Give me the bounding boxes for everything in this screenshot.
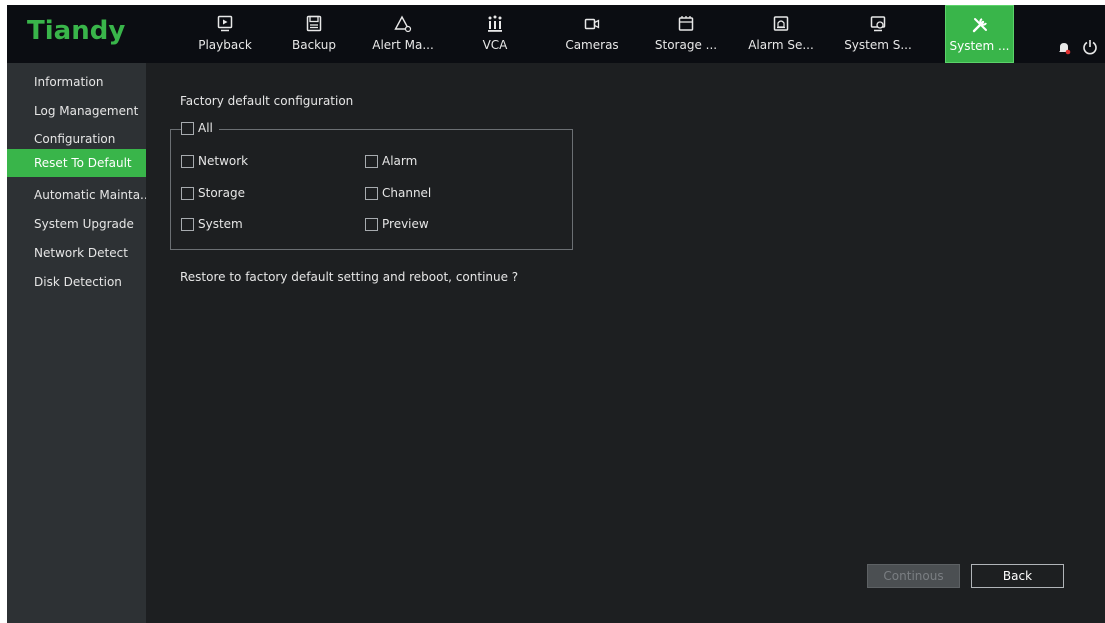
nav-backup-label: Backup (292, 38, 336, 52)
alarm-checkbox[interactable]: Alarm (365, 154, 417, 168)
checkbox-box[interactable] (181, 186, 194, 200)
channel-checkbox[interactable]: Channel (365, 186, 431, 200)
nav-playback-label: Playback (198, 38, 252, 52)
checkbox-box[interactable] (181, 217, 194, 231)
checkbox-box[interactable] (365, 186, 378, 200)
all-checkbox[interactable]: All (181, 121, 219, 135)
backup-icon (279, 15, 349, 33)
checkbox-box[interactable] (181, 154, 194, 168)
nav-cameras[interactable]: Cameras (557, 5, 627, 63)
tiandy-logo: Tiandy (27, 16, 126, 46)
nav-backup[interactable]: Backup (279, 5, 349, 63)
vca-icon (460, 15, 530, 33)
network-checkbox-label: Network (198, 154, 249, 168)
checkbox-box[interactable] (181, 121, 194, 135)
sidebar-item-reset-to-default[interactable]: Reset To Default (7, 149, 146, 177)
nav-system-maintenance-label: System ... (949, 39, 1010, 53)
power-icon[interactable] (1082, 39, 1098, 55)
system-checkbox[interactable]: System (181, 217, 243, 231)
all-checkbox-label: All (198, 121, 213, 135)
nav-system-settings[interactable]: System S... (843, 5, 913, 63)
app-window: Tiandy Playback Backup Alert Ma... VCA C… (7, 5, 1105, 623)
channel-checkbox-label: Channel (382, 186, 432, 200)
restore-prompt: Restore to factory default setting and r… (180, 270, 519, 284)
playback-icon (190, 15, 260, 33)
sidebar-item-automatic-maintain[interactable]: Automatic Mainta... (7, 181, 152, 209)
checkbox-box[interactable] (365, 154, 378, 168)
camera-icon (557, 15, 627, 33)
sidebar-item-log-management[interactable]: Log Management (7, 97, 146, 125)
tools-icon (946, 16, 1013, 34)
sidebar-item-information[interactable]: Information (7, 68, 146, 96)
nav-vca[interactable]: VCA (460, 5, 530, 63)
sidebar-item-disk-detection[interactable]: Disk Detection (7, 268, 146, 296)
alarm-checkbox-label: Alarm (382, 154, 418, 168)
nav-alert-label: Alert Ma... (372, 38, 434, 52)
preview-checkbox[interactable]: Preview (365, 217, 429, 231)
top-navigation-bar: Tiandy Playback Backup Alert Ma... VCA C… (7, 5, 1105, 63)
notification-bell-icon[interactable] (1057, 41, 1071, 55)
system-settings-icon (843, 15, 913, 33)
network-checkbox[interactable]: Network (181, 154, 248, 168)
alarm-icon (746, 15, 816, 33)
nav-alert-management[interactable]: Alert Ma... (368, 5, 438, 63)
back-button[interactable]: Back (971, 564, 1064, 588)
section-title: Factory default configuration (180, 94, 354, 108)
nav-system-maintenance[interactable]: System ... (945, 5, 1014, 63)
storage-checkbox[interactable]: Storage (181, 186, 245, 200)
checkbox-box[interactable] (365, 217, 378, 231)
nav-storage[interactable]: Storage ... (651, 5, 721, 63)
storage-checkbox-label: Storage (198, 186, 245, 200)
nav-alarm-label: Alarm Se... (748, 38, 814, 52)
sidebar: Information Log Management Configuration… (7, 63, 152, 623)
nav-system-settings-label: System S... (844, 38, 912, 52)
nav-cameras-label: Cameras (565, 38, 619, 52)
nav-storage-label: Storage ... (654, 38, 718, 52)
nav-alarm-settings[interactable]: Alarm Se... (746, 5, 816, 63)
sidebar-item-network-detect[interactable]: Network Detect (7, 239, 146, 267)
system-checkbox-label: System (198, 217, 243, 231)
preview-checkbox-label: Preview (382, 217, 429, 231)
continous-button[interactable]: Continous (867, 564, 960, 588)
sidebar-item-system-upgrade[interactable]: System Upgrade (7, 210, 146, 238)
main-content: Factory default configuration All Networ… (146, 63, 1105, 623)
storage-icon (651, 15, 721, 33)
nav-playback[interactable]: Playback (190, 5, 260, 63)
alert-icon (368, 15, 438, 33)
nav-vca-label: VCA (482, 38, 508, 52)
